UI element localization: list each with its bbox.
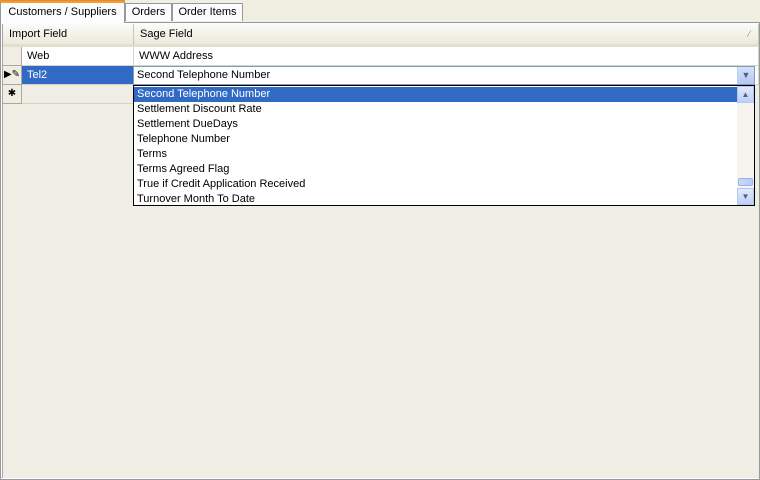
- column-header-label: Sage Field: [140, 28, 193, 40]
- dropdown-option[interactable]: Turnover Month To Date: [134, 192, 738, 205]
- column-header-sage-field[interactable]: Sage Field ⁄: [134, 24, 759, 47]
- sage-field-combobox[interactable]: Second Telephone Number ▼: [133, 66, 755, 85]
- import-field-cell[interactable]: [22, 85, 134, 104]
- dropdown-scrollbar[interactable]: ▲ ▼: [737, 86, 754, 205]
- dropdown-option[interactable]: Second Telephone Number: [134, 87, 738, 102]
- sort-icon: ⁄: [748, 29, 750, 39]
- scrollbar-thumb[interactable]: [738, 178, 753, 186]
- column-header-import-field[interactable]: Import Field: [3, 24, 134, 47]
- scroll-up-icon[interactable]: ▲: [737, 86, 754, 103]
- dropdown-option[interactable]: True if Credit Application Received: [134, 177, 738, 192]
- row-header[interactable]: [3, 47, 22, 66]
- import-field-cell[interactable]: Tel2: [22, 66, 134, 85]
- dropdown-option[interactable]: Telephone Number: [134, 132, 738, 147]
- sage-field-cell[interactable]: WWW Address: [134, 47, 759, 66]
- tab-strip: Customers / Suppliers Orders Order Items: [0, 0, 760, 23]
- table-row[interactable]: Web WWW Address: [3, 47, 759, 66]
- import-field-cell[interactable]: Web: [22, 47, 134, 66]
- dropdown-option[interactable]: Terms Agreed Flag: [134, 162, 738, 177]
- new-row-icon[interactable]: ✱: [3, 85, 22, 104]
- tab-order-items[interactable]: Order Items: [172, 3, 243, 21]
- tab-orders[interactable]: Orders: [125, 3, 172, 21]
- combobox-value: Second Telephone Number: [137, 69, 271, 81]
- scroll-down-icon[interactable]: ▼: [737, 188, 754, 205]
- row-edit-indicator-icon[interactable]: ▶✎: [3, 66, 22, 85]
- dropdown-option[interactable]: Terms: [134, 147, 738, 162]
- sage-field-dropdown-list[interactable]: Second Telephone Number Settlement Disco…: [133, 85, 755, 206]
- dropdown-option[interactable]: Settlement Discount Rate: [134, 102, 738, 117]
- chevron-down-icon[interactable]: ▼: [737, 67, 754, 84]
- dropdown-option[interactable]: Settlement DueDays: [134, 117, 738, 132]
- tab-customers-suppliers[interactable]: Customers / Suppliers: [0, 0, 125, 23]
